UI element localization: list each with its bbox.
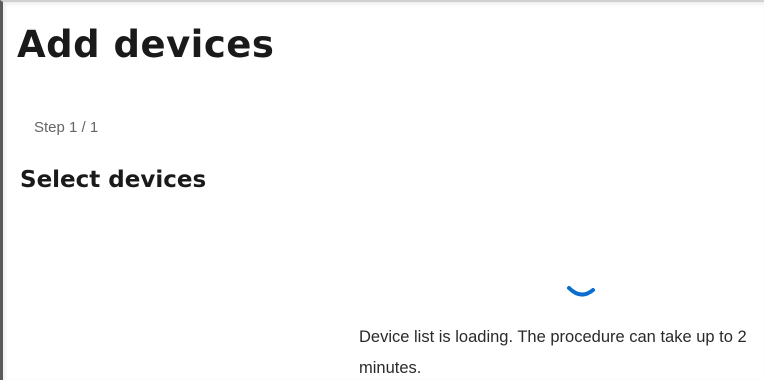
step-indicator: Step 1 / 1 [34,119,99,136]
page-title: Add devices [17,23,275,66]
add-devices-dialog: Add devices Step 1 / 1 Select devices De… [0,0,764,380]
section-title: Select devices [20,167,207,193]
loading-spinner-icon [567,286,595,297]
loading-message: Device list is loading. The procedure ca… [359,328,747,377]
